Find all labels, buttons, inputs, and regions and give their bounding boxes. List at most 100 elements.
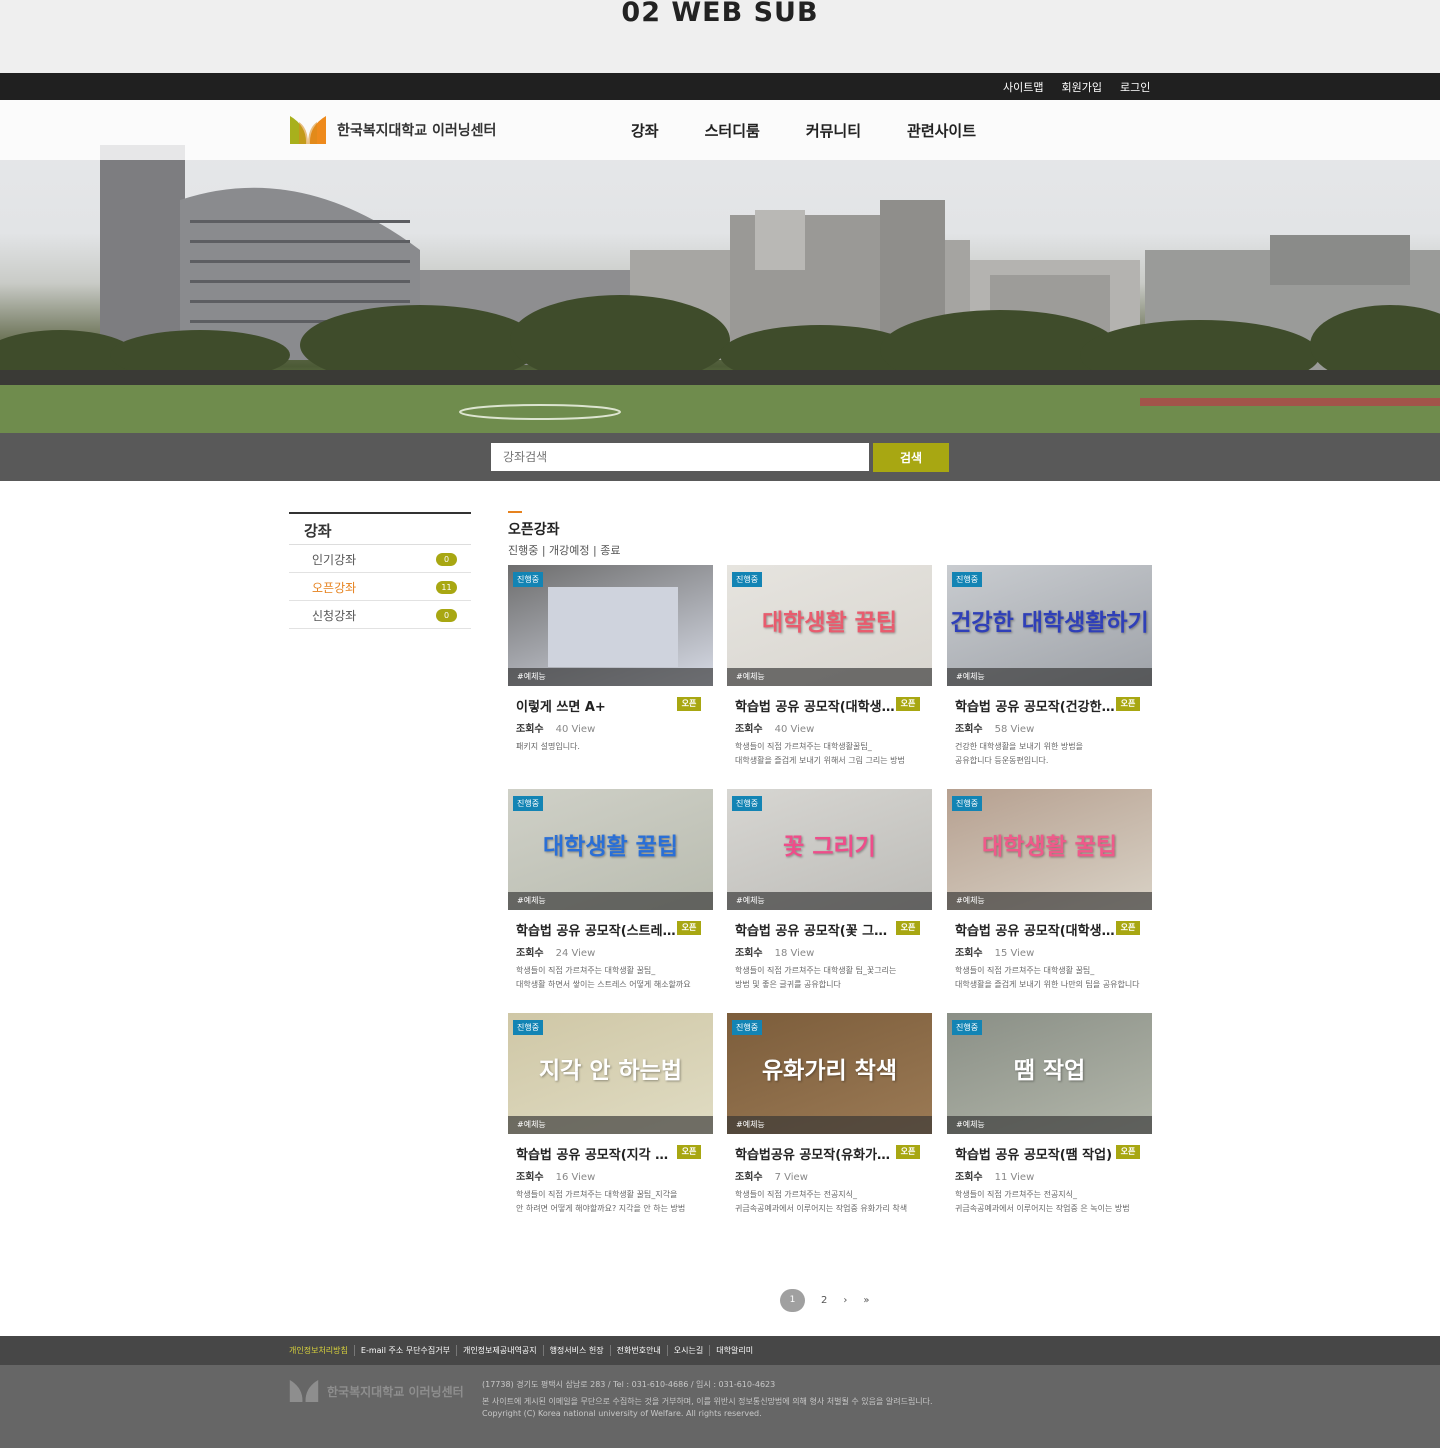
- hero-banner: 한국복지대학교 이러닝센터 강좌 스터디룸 커뮤니티 관련사이트: [0, 100, 1440, 433]
- open-badge: 오픈: [1116, 697, 1140, 711]
- view-count: 조회수 16 View: [508, 1168, 713, 1183]
- course-title-text: 학습법 공유 공모작(스트레스): [516, 924, 676, 938]
- course-description: 패키지 설명입니다.: [508, 740, 708, 754]
- site-logo[interactable]: 한국복지대학교 이러닝센터: [289, 114, 496, 146]
- category-tag: #예체능: [947, 892, 1152, 910]
- last-page-icon[interactable]: »: [863, 1295, 869, 1306]
- count-badge: 0: [436, 609, 457, 622]
- category-tag: #예체능: [727, 668, 932, 686]
- description-line: 학생들이 직접 가르쳐주는 대학생활 꿀팁_: [955, 966, 1095, 975]
- menu-courses[interactable]: 강좌: [631, 120, 659, 141]
- footer-link-phone[interactable]: 전화번호안내: [611, 1345, 668, 1356]
- category-tag: #예체능: [727, 1116, 932, 1134]
- menu-related-sites[interactable]: 관련사이트: [907, 120, 976, 141]
- course-card[interactable]: 대학생활 꿀팁 진행중 #예체능학습법 공유 공모작(대학생활 꿀팁)오픈조회수 15…: [947, 789, 1152, 995]
- course-card[interactable]: 진행중 #예체능이렇게 쓰면 A+ 오픈조회수 40 View 패키지 설명입니다.: [508, 565, 713, 771]
- course-title[interactable]: 학습법공유 공모작(유화가리 착색)오픈: [727, 1144, 932, 1162]
- view-count: 조회수 7 View: [727, 1168, 932, 1183]
- view-count-label: 조회수: [516, 948, 544, 959]
- view-count: 조회수 24 View: [508, 944, 713, 959]
- course-card[interactable]: 대학생활 꿀팁 진행중 #예체능학습법 공유 공모작(대학생활 꿀팁)오픈조회수 40…: [727, 565, 932, 771]
- course-thumbnail[interactable]: 꽃 그리기 진행중 #예체능: [727, 789, 932, 910]
- footer-logo-text: 한국복지대학교 이러닝센터: [327, 1384, 464, 1399]
- course-title-text: 학습법 공유 공모작(대학생활 꿀팁): [735, 700, 895, 714]
- open-badge: 오픈: [1116, 1145, 1140, 1159]
- course-card[interactable]: 지각 안 하는법 진행중 #예체능학습법 공유 공모작(지각 안 하는법)오픈조회수…: [508, 1013, 713, 1219]
- course-thumbnail[interactable]: 지각 안 하는법 진행중 #예체능: [508, 1013, 713, 1134]
- menu-studyroom[interactable]: 스터디룸: [705, 120, 760, 141]
- sidebar-item-label: 인기강좌: [312, 553, 357, 567]
- next-page-icon[interactable]: ›: [843, 1295, 847, 1306]
- course-search-input[interactable]: [491, 443, 869, 471]
- course-description: 학생들이 직접 가르쳐주는 대학생활 꿀팁_ 대학생활 하면서 쌓이는 스트레스 …: [508, 964, 708, 992]
- content-area: 강좌 인기강좌 0 오픈강좌 11 신청강좌 0 오픈강좌 진행중 | 개강예정…: [0, 481, 1440, 1336]
- open-badge: 오픈: [677, 1145, 701, 1159]
- view-count-value: 15 View: [994, 948, 1035, 959]
- page-2-button[interactable]: 2: [821, 1295, 827, 1306]
- course-thumbnail[interactable]: 대학생활 꿀팁 진행중 #예체능: [727, 565, 932, 686]
- footer-link-privacy[interactable]: 개인정보처리방침: [289, 1345, 355, 1356]
- category-tag: #예체능: [727, 892, 932, 910]
- course-thumbnail[interactable]: 유화가리 착색 진행중 #예체능: [727, 1013, 932, 1134]
- footer-link-disclosure[interactable]: 개인정보제공내역공지: [457, 1345, 544, 1356]
- view-count-value: 40 View: [555, 724, 596, 735]
- course-thumbnail[interactable]: 진행중 #예체능: [508, 565, 713, 686]
- course-card[interactable]: 꽃 그리기 진행중 #예체능학습법 공유 공모작(꽃 그리기) 오픈조회수 18 Vie…: [727, 789, 932, 995]
- course-title[interactable]: 학습법 공유 공모작(꽃 그리기) 오픈: [727, 920, 932, 938]
- course-title-text: 학습법 공유 공모작(지각 안 하는법): [516, 1148, 676, 1162]
- course-thumbnail[interactable]: 땜 작업 진행중 #예체능: [947, 1013, 1152, 1134]
- course-title[interactable]: 학습법 공유 공모작(대학생활 꿀팁)오픈: [727, 696, 932, 714]
- signup-link[interactable]: 회원가입: [1061, 79, 1101, 95]
- open-badge: 오픈: [677, 921, 701, 935]
- top-utility-bar: 사이트맵 회원가입 로그인: [0, 73, 1440, 100]
- course-title-text: 학습법 공유 공모작(꽃 그리기): [735, 924, 895, 938]
- status-badge: 진행중: [513, 1020, 544, 1035]
- open-badge: 오픈: [677, 697, 701, 711]
- section-title: 오픈강좌: [508, 522, 560, 538]
- search-button[interactable]: 검색: [873, 443, 949, 472]
- course-title[interactable]: 학습법 공유 공모작(건강한 대학생활)오픈: [947, 696, 1152, 714]
- footer-link-charter[interactable]: 행정서비스 헌장: [544, 1345, 611, 1356]
- footer-link-email[interactable]: E-mail 주소 무단수집거부: [355, 1345, 457, 1356]
- description-line: 귀금속공예과에서 이루어지는 작업중 유화가리 착색: [735, 1204, 908, 1213]
- status-badge: 진행중: [952, 572, 983, 587]
- open-badge: 오픈: [1116, 921, 1140, 935]
- course-thumbnail[interactable]: 대학생활 꿀팁 진행중 #예체능: [947, 789, 1152, 910]
- sidebar-item-open[interactable]: 오픈강좌 11: [289, 573, 471, 601]
- course-card[interactable]: 건강한 대학생활하기 진행중 #예체능학습법 공유 공모작(건강한 대학생활)오픈조…: [947, 565, 1152, 771]
- footer-link-alimi[interactable]: 대학알리미: [710, 1345, 759, 1356]
- course-description: 학생들이 직접 가르쳐주는 전공지식_ 귀금속공예과에서 이루어지는 작업중 은 …: [947, 1188, 1147, 1216]
- status-filters[interactable]: 진행중 | 개강예정 | 종료: [508, 542, 1152, 558]
- footer-copyright: Copyright (C) Korea national university …: [482, 1409, 762, 1418]
- footer-link-directions[interactable]: 오시는길: [668, 1345, 711, 1356]
- login-link[interactable]: 로그인: [1120, 79, 1150, 95]
- course-card[interactable]: 땜 작업 진행중 #예체능 학습법 공유 공모작(땜 작업) 오픈 조회수 11 View 학…: [947, 1013, 1152, 1219]
- course-title[interactable]: 학습법 공유 공모작(스트레스) 오픈: [508, 920, 713, 938]
- course-thumbnail[interactable]: 건강한 대학생활하기 진행중 #예체능: [947, 565, 1152, 686]
- count-badge: 0: [436, 553, 457, 566]
- course-title-text: 학습법공유 공모작(유화가리 착색): [735, 1148, 895, 1162]
- footer-notice: 본 사이트에 게시된 이메일을 무단으로 수집하는 것을 거부하며, 이를 위반…: [482, 1397, 933, 1406]
- course-title[interactable]: 학습법 공유 공모작(대학생활 꿀팁)오픈: [947, 920, 1152, 938]
- view-count: 조회수 40 View: [508, 720, 713, 735]
- view-count-label: 조회수: [955, 948, 983, 959]
- description-line: 대학생활 하면서 쌓이는 스트레스 어떻게 해소할까요: [516, 980, 691, 989]
- menu-community[interactable]: 커뮤니티: [806, 120, 861, 141]
- course-card[interactable]: 대학생활 꿀팁 진행중 #예체능학습법 공유 공모작(스트레스) 오픈조회수 24 Vi…: [508, 789, 713, 995]
- course-title[interactable]: 이렇게 쓰면 A+ 오픈: [508, 696, 713, 714]
- page-1-button[interactable]: 1: [780, 1289, 805, 1312]
- course-thumbnail[interactable]: 대학생활 꿀팁 진행중 #예체능: [508, 789, 713, 910]
- open-badge: 오픈: [896, 697, 920, 711]
- sidebar-item-applied[interactable]: 신청강좌 0: [289, 601, 471, 629]
- course-description: 학생들이 직접 가르쳐주는 대학생활꿀팁_ 대학생활을 즐겁게 보내기 위해서 그…: [727, 740, 927, 768]
- thumbnail-caption: 지각 안 하는법: [539, 1058, 682, 1084]
- projector-screen-image: [548, 587, 678, 667]
- sidebar-item-popular[interactable]: 인기강좌 0: [289, 545, 471, 573]
- view-count: 조회수 18 View: [727, 944, 932, 959]
- course-description: 학생들이 직접 가르쳐주는 대학생활 팁_꽃그리는 방법 및 좋은 글귀를 공유합…: [727, 964, 927, 992]
- course-card[interactable]: 유화가리 착색 진행중 #예체능학습법공유 공모작(유화가리 착색)오픈조회수 7 V…: [727, 1013, 932, 1219]
- course-description: 학생들이 직접 가르쳐주는 대학생활 꿀팁_지각을 안 하려면 어떻게 해야할까요…: [508, 1188, 708, 1216]
- sitemap-link[interactable]: 사이트맵: [1003, 79, 1043, 95]
- course-title[interactable]: 학습법 공유 공모작(땜 작업) 오픈: [947, 1144, 1152, 1162]
- course-title[interactable]: 학습법 공유 공모작(지각 안 하는법)오픈: [508, 1144, 713, 1162]
